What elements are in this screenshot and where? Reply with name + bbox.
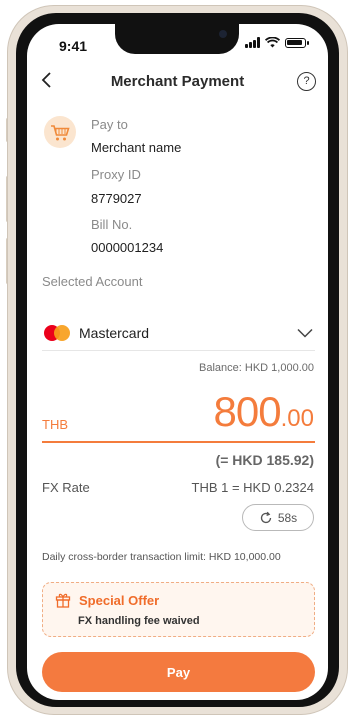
question-circle-icon[interactable]: ? bbox=[297, 72, 316, 91]
refresh-rate-button[interactable]: 58s bbox=[242, 504, 314, 531]
account-selector[interactable]: Mastercard bbox=[42, 322, 315, 350]
offer-subtitle: FX handling fee waived bbox=[78, 615, 200, 627]
countdown-text: 58s bbox=[277, 510, 298, 525]
mastercard-logo bbox=[44, 325, 72, 343]
offer-title: Special Offer bbox=[79, 593, 160, 608]
account-divider bbox=[42, 350, 315, 351]
phone-screen: 9:41 Merchant Payment ? Pay to Merchant … bbox=[27, 24, 328, 700]
fx-rate-value: THB 1 = HKD 0.2324 bbox=[191, 480, 314, 495]
shopping-cart-icon bbox=[44, 116, 76, 148]
front-camera bbox=[219, 30, 227, 38]
account-name: Mastercard bbox=[79, 325, 150, 341]
currency-label: THB bbox=[42, 417, 68, 432]
gift-icon bbox=[55, 593, 71, 608]
chevron-down-icon[interactable] bbox=[297, 328, 313, 338]
pay-to-label: Pay to bbox=[91, 117, 128, 132]
page-title: Merchant Payment bbox=[110, 73, 245, 90]
refresh-icon bbox=[260, 511, 271, 523]
notch bbox=[115, 24, 239, 54]
proxy-id-value: 8779027 bbox=[91, 191, 142, 206]
converted-amount: (= HKD 185.92) bbox=[215, 452, 314, 468]
bill-no-label: Bill No. bbox=[91, 217, 133, 232]
bill-no-value: 0000001234 bbox=[91, 240, 164, 255]
proxy-id-label: Proxy ID bbox=[91, 167, 141, 182]
signal-icon bbox=[245, 37, 260, 48]
wifi-icon bbox=[265, 37, 280, 48]
app-header: Merchant Payment ? bbox=[27, 70, 328, 96]
pay-button[interactable]: Pay bbox=[42, 652, 315, 692]
battery-icon bbox=[285, 37, 309, 48]
account-balance: Balance: HKD 1,000.00 bbox=[199, 362, 314, 374]
amount-whole: 800 bbox=[213, 388, 282, 435]
status-time: 9:41 bbox=[59, 38, 88, 54]
daily-limit-text: Daily cross-border transaction limit: HK… bbox=[42, 551, 281, 563]
amount-fraction: .00 bbox=[280, 405, 314, 432]
selected-account-label: Selected Account bbox=[42, 274, 143, 289]
special-offer-banner: Special Offer FX handling fee waived bbox=[42, 582, 315, 637]
amount-underline bbox=[42, 441, 315, 443]
merchant-name: Merchant name bbox=[91, 140, 182, 155]
status-icons bbox=[245, 37, 309, 48]
fx-rate-label: FX Rate bbox=[42, 480, 90, 495]
amount-input[interactable]: 800.00 bbox=[214, 388, 314, 436]
